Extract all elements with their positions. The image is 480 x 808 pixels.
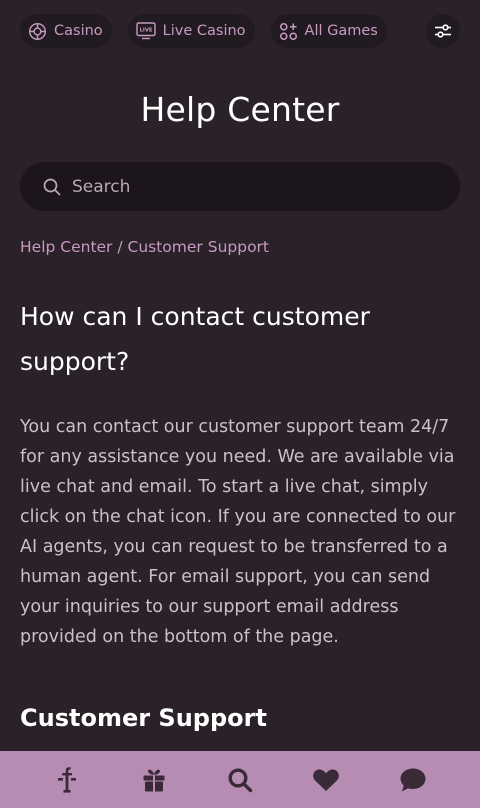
nav-casino-label: Casino xyxy=(54,23,103,39)
search-bar[interactable] xyxy=(20,162,460,211)
nav-casino[interactable]: Casino xyxy=(20,14,112,48)
bottom-bar xyxy=(0,751,480,808)
bottom-search-button[interactable] xyxy=(220,760,260,800)
bottom-chat-button[interactable] xyxy=(393,760,433,800)
search-icon xyxy=(43,178,61,196)
all-games-icon xyxy=(279,22,297,40)
filter-button[interactable] xyxy=(426,14,460,48)
nav-all-games[interactable]: All Games xyxy=(270,14,387,48)
sliders-icon xyxy=(435,24,451,38)
bottom-logo-button[interactable] xyxy=(47,760,87,800)
article-question: How can I contact customer support? xyxy=(20,302,370,376)
search-icon xyxy=(228,767,253,792)
logo-icon xyxy=(58,766,77,793)
heart-icon xyxy=(313,768,340,791)
top-nav: Casino LIVE Live Casino All Games xyxy=(0,0,480,62)
svg-text:LIVE: LIVE xyxy=(139,28,152,34)
section-title: Customer Support xyxy=(20,704,267,732)
live-tv-icon: LIVE xyxy=(135,22,156,40)
nav-all-games-label: All Games xyxy=(304,23,378,39)
page-title: Help Center xyxy=(140,90,340,129)
article-answer: You can contact our customer support tea… xyxy=(20,417,456,647)
bottom-gift-button[interactable] xyxy=(134,760,174,800)
chat-icon xyxy=(400,768,426,791)
breadcrumb[interactable]: Help Center / Customer Support xyxy=(20,238,269,256)
nav-live-casino-label: Live Casino xyxy=(162,23,246,39)
nav-live-casino[interactable]: LIVE Live Casino xyxy=(127,14,255,48)
casino-chip-icon xyxy=(28,22,47,40)
bottom-favorites-button[interactable] xyxy=(306,760,346,800)
gift-icon xyxy=(143,769,165,791)
search-input[interactable] xyxy=(72,176,412,197)
